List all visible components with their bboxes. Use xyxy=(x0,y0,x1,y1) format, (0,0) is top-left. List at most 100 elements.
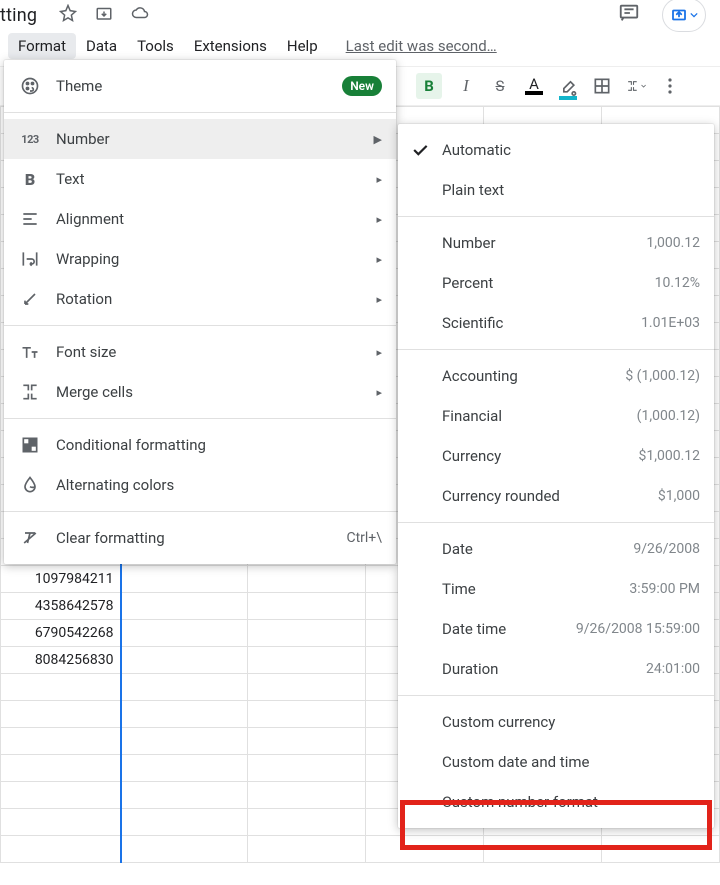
number-option-duration[interactable]: Duration 24:01:00 xyxy=(398,649,714,689)
number-option-financial[interactable]: Financial (1,000.12) xyxy=(398,396,714,436)
number-option-custom-number-format[interactable]: Custom number format xyxy=(398,782,714,822)
number-option-custom-datetime[interactable]: Custom date and time xyxy=(398,742,714,782)
menu-merge-cells[interactable]: Merge cells ▸ xyxy=(4,372,396,412)
menubar-format[interactable]: Format xyxy=(8,33,76,59)
menu-wrapping-label: Wrapping xyxy=(56,250,360,268)
menu-theme[interactable]: Theme New xyxy=(4,66,396,106)
number-option-example: 9/26/2008 xyxy=(633,541,700,557)
menu-conditional-formatting[interactable]: Conditional formatting xyxy=(4,425,396,465)
number-option-accounting[interactable]: Accounting $ (1,000.12) xyxy=(398,356,714,396)
borders-button[interactable] xyxy=(592,76,612,96)
cell-a19[interactable]: 4358642578 xyxy=(1,593,121,620)
number-option-percent[interactable]: Percent 10.12% xyxy=(398,263,714,303)
chevron-right-icon: ▸ xyxy=(376,213,382,226)
menu-clear-formatting[interactable]: Clear formatting Ctrl+\ xyxy=(4,518,396,558)
number-option-scientific[interactable]: Scientific 1.01E+03 xyxy=(398,303,714,343)
menu-font-size[interactable]: Font size ▸ xyxy=(4,332,396,372)
menu-rotation-label: Rotation xyxy=(56,290,360,308)
cell-a18[interactable]: 1097984211 xyxy=(1,566,121,593)
merge-cells-button[interactable] xyxy=(626,76,646,96)
menu-alignment[interactable]: Alignment ▸ xyxy=(4,199,396,239)
font-size-icon xyxy=(20,342,40,362)
number-option-label: Number xyxy=(442,234,646,252)
text-color-letter: A xyxy=(529,77,539,91)
move-folder-icon[interactable] xyxy=(95,4,113,26)
number-option-label: Date time xyxy=(442,620,576,638)
clear-format-icon xyxy=(20,528,40,548)
number-option-example: (1,000.12) xyxy=(637,408,700,424)
star-icon[interactable] xyxy=(59,4,77,26)
cloud-status-icon[interactable] xyxy=(131,4,149,26)
number-option-example: $1,000.12 xyxy=(638,448,700,464)
number-option-label: Custom date and time xyxy=(442,753,700,771)
number-option-plaintext[interactable]: Plain text xyxy=(398,170,714,210)
number-option-currency[interactable]: Currency $1,000.12 xyxy=(398,436,714,476)
cell-a20[interactable]: 6790542268 xyxy=(1,620,121,647)
align-icon xyxy=(20,209,40,229)
bold-button[interactable]: B xyxy=(416,73,442,99)
menu-wrapping[interactable]: Wrapping ▸ xyxy=(4,239,396,279)
menu-text[interactable]: B Text ▸ xyxy=(4,159,396,199)
number-option-number[interactable]: Number 1,000.12 xyxy=(398,223,714,263)
document-title[interactable]: matting xyxy=(0,5,37,26)
chevron-right-icon: ▸ xyxy=(376,173,382,186)
number-option-label: Custom currency xyxy=(442,713,700,731)
menu-alternating-label: Alternating colors xyxy=(56,476,382,494)
menubar-help[interactable]: Help xyxy=(277,33,328,59)
chevron-right-icon: ▸ xyxy=(376,293,382,306)
menu-alignment-label: Alignment xyxy=(56,210,360,228)
italic-button[interactable]: I xyxy=(456,76,476,96)
chevron-right-icon: ▸ xyxy=(376,253,382,266)
chevron-right-icon: ▸ xyxy=(376,346,382,359)
strikethrough-button[interactable]: S xyxy=(490,76,510,96)
number-option-currency-rounded[interactable]: Currency rounded $1,000 xyxy=(398,476,714,516)
menu-number-label: Number xyxy=(56,130,358,148)
alternating-colors-icon xyxy=(20,475,40,495)
number-option-label: Percent xyxy=(442,274,655,292)
fill-color-button[interactable] xyxy=(558,76,578,96)
number-option-datetime[interactable]: Date time 9/26/2008 15:59:00 xyxy=(398,609,714,649)
menu-alternating-colors[interactable]: Alternating colors xyxy=(4,465,396,505)
format-menu: Theme New 123 Number ▶ B Text ▸ Alignmen… xyxy=(4,60,396,564)
chevron-right-icon: ▸ xyxy=(376,386,382,399)
check-icon xyxy=(410,140,428,158)
conditional-format-icon xyxy=(20,435,40,455)
number-option-date[interactable]: Date 9/26/2008 xyxy=(398,529,714,569)
rotation-icon xyxy=(20,289,40,309)
menubar-extensions[interactable]: Extensions xyxy=(184,33,277,59)
number-option-label: Automatic xyxy=(442,141,700,159)
palette-icon xyxy=(20,76,40,96)
toolbar-overflow-button[interactable] xyxy=(660,76,680,96)
present-share-button[interactable] xyxy=(662,0,706,32)
number-submenu: Automatic Plain text Number 1,000.12 Per… xyxy=(398,124,714,828)
number-option-example: 1,000.12 xyxy=(646,235,700,251)
menu-clear-label: Clear formatting xyxy=(56,529,330,547)
menubar: Format Data Tools Extensions Help Last e… xyxy=(0,30,720,62)
wrap-icon xyxy=(20,249,40,269)
comment-history-icon[interactable] xyxy=(618,2,640,28)
text-color-button[interactable]: A xyxy=(524,76,544,96)
number-option-label: Accounting xyxy=(442,367,625,385)
number-option-example: $ (1,000.12) xyxy=(625,368,700,384)
number-option-automatic[interactable]: Automatic xyxy=(398,130,714,170)
number-option-custom-currency[interactable]: Custom currency xyxy=(398,702,714,742)
merge-icon xyxy=(20,382,40,402)
last-edit-link[interactable]: Last edit was second… xyxy=(346,37,497,55)
number-option-label: Scientific xyxy=(442,314,641,332)
number-option-example: 24:01:00 xyxy=(646,661,700,677)
menu-merge-label: Merge cells xyxy=(56,383,360,401)
menubar-tools[interactable]: Tools xyxy=(127,33,184,59)
menubar-data[interactable]: Data xyxy=(76,33,127,59)
number-option-label: Duration xyxy=(442,660,646,678)
number-option-time[interactable]: Time 3:59:00 PM xyxy=(398,569,714,609)
number-option-example: $1,000 xyxy=(658,488,700,504)
menu-number[interactable]: 123 Number ▶ xyxy=(4,119,396,159)
menu-rotation[interactable]: Rotation ▸ xyxy=(4,279,396,319)
number-option-label: Currency rounded xyxy=(442,487,658,505)
menu-theme-label: Theme xyxy=(56,77,326,95)
menu-clear-shortcut: Ctrl+\ xyxy=(346,530,382,546)
number-option-label: Date xyxy=(442,540,633,558)
cell-a21[interactable]: 8084256830 xyxy=(1,647,121,674)
menu-text-label: Text xyxy=(56,170,360,188)
number-option-label: Time xyxy=(442,580,629,598)
